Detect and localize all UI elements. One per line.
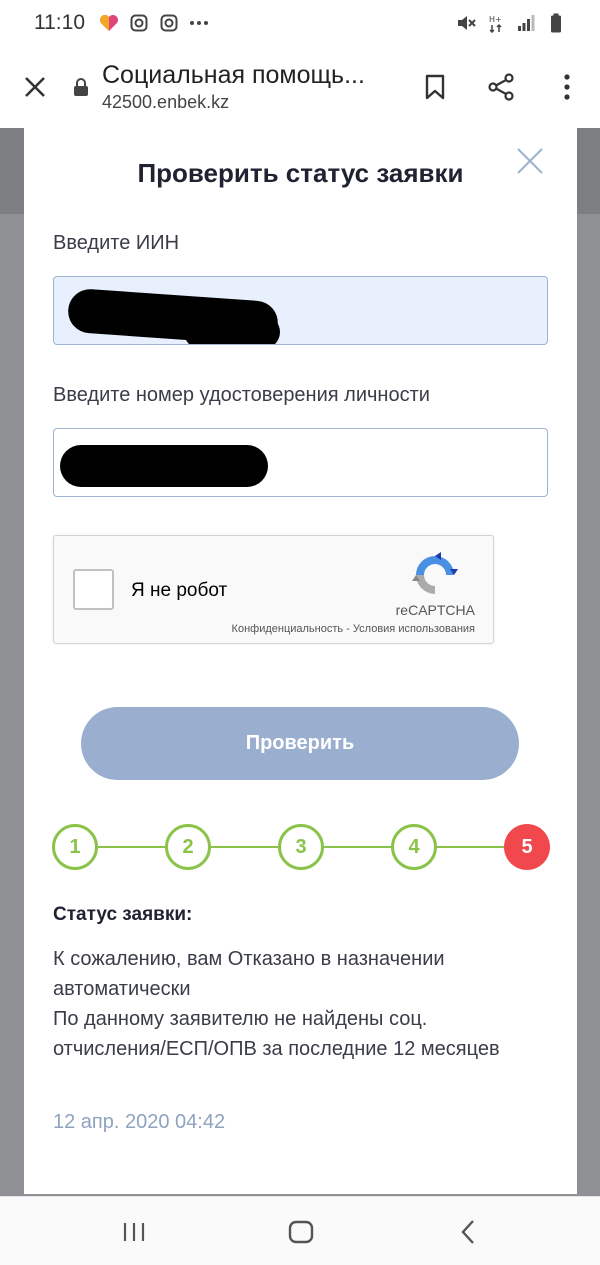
svg-text:H+: H+ — [489, 15, 502, 24]
page-title: Социальная помощь... — [102, 61, 365, 89]
step-2: 2 — [165, 824, 211, 870]
status-bar: 11:10 H+ — [0, 0, 600, 46]
step-1: 1 — [52, 824, 98, 870]
share-button[interactable] — [468, 46, 534, 128]
doc-number-label: Введите номер удостоверения личности — [53, 384, 430, 406]
close-tab-button[interactable] — [0, 46, 70, 128]
progress-stepper: 1 2 3 4 5 — [52, 824, 550, 870]
data-icon: H+ — [486, 13, 506, 33]
more-dots-icon — [189, 13, 209, 33]
check-button[interactable]: Проверить — [81, 707, 519, 780]
step-3: 3 — [278, 824, 324, 870]
close-icon — [25, 77, 45, 97]
recaptcha-terms-link[interactable]: Конфиденциальность - Условия использован… — [232, 623, 475, 635]
recaptcha-logo-icon — [410, 550, 460, 600]
home-icon — [288, 1220, 314, 1243]
more-vert-icon — [564, 74, 570, 100]
home-button[interactable] — [261, 1197, 341, 1265]
status-heading: Статус заявки: — [53, 904, 193, 925]
back-button[interactable] — [428, 1197, 508, 1265]
mute-icon — [456, 13, 476, 33]
system-nav-bar — [0, 1196, 600, 1265]
check-status-modal: Проверить статус заявки Введите ИИН Введ… — [24, 128, 577, 1194]
recaptcha-widget: Я не робот reCAPTCHA Конфиденциальность … — [53, 535, 494, 644]
redaction-mark — [184, 315, 280, 344]
recent-apps-icon — [123, 1222, 145, 1241]
address-bar[interactable]: Социальная помощь... 42500.enbek.kz — [102, 61, 402, 113]
page-url: 42500.enbek.kz — [102, 92, 230, 112]
recaptcha-brand: reCAPTCHA — [395, 602, 475, 618]
signal-icon — [516, 13, 536, 33]
status-message: К сожалению, вам Отказано в назначении а… — [53, 944, 543, 1064]
status-line: По данному заявителю не найдены соц. отч… — [53, 1008, 500, 1060]
instagram-icon — [159, 13, 179, 33]
menu-button[interactable] — [534, 46, 600, 128]
doc-number-input[interactable] — [53, 428, 548, 497]
modal-title: Проверить статус заявки — [137, 158, 464, 188]
bookmark-button[interactable] — [402, 46, 468, 128]
status-timestamp: 12 апр. 2020 04:42 — [53, 1111, 226, 1133]
battery-icon — [546, 13, 566, 33]
browser-toolbar: Социальная помощь... 42500.enbek.kz — [0, 46, 600, 128]
instagram-icon — [129, 13, 149, 33]
heart-app-icon — [99, 13, 119, 33]
status-line: К сожалению, вам Отказано в назначении а… — [53, 948, 445, 1000]
bookmark-icon — [425, 74, 445, 100]
iin-input[interactable] — [53, 276, 548, 345]
step-4: 4 — [391, 824, 437, 870]
iin-label: Введите ИИН — [53, 232, 180, 254]
recent-apps-button[interactable] — [94, 1197, 174, 1265]
redaction-mark — [60, 445, 268, 487]
step-5: 5 — [504, 824, 550, 870]
lock-icon — [70, 77, 92, 97]
share-icon — [488, 73, 514, 101]
recaptcha-label: Я не робот — [131, 580, 228, 601]
back-icon — [461, 1219, 474, 1244]
clock: 11:10 — [34, 11, 85, 34]
recaptcha-checkbox[interactable] — [73, 569, 114, 610]
